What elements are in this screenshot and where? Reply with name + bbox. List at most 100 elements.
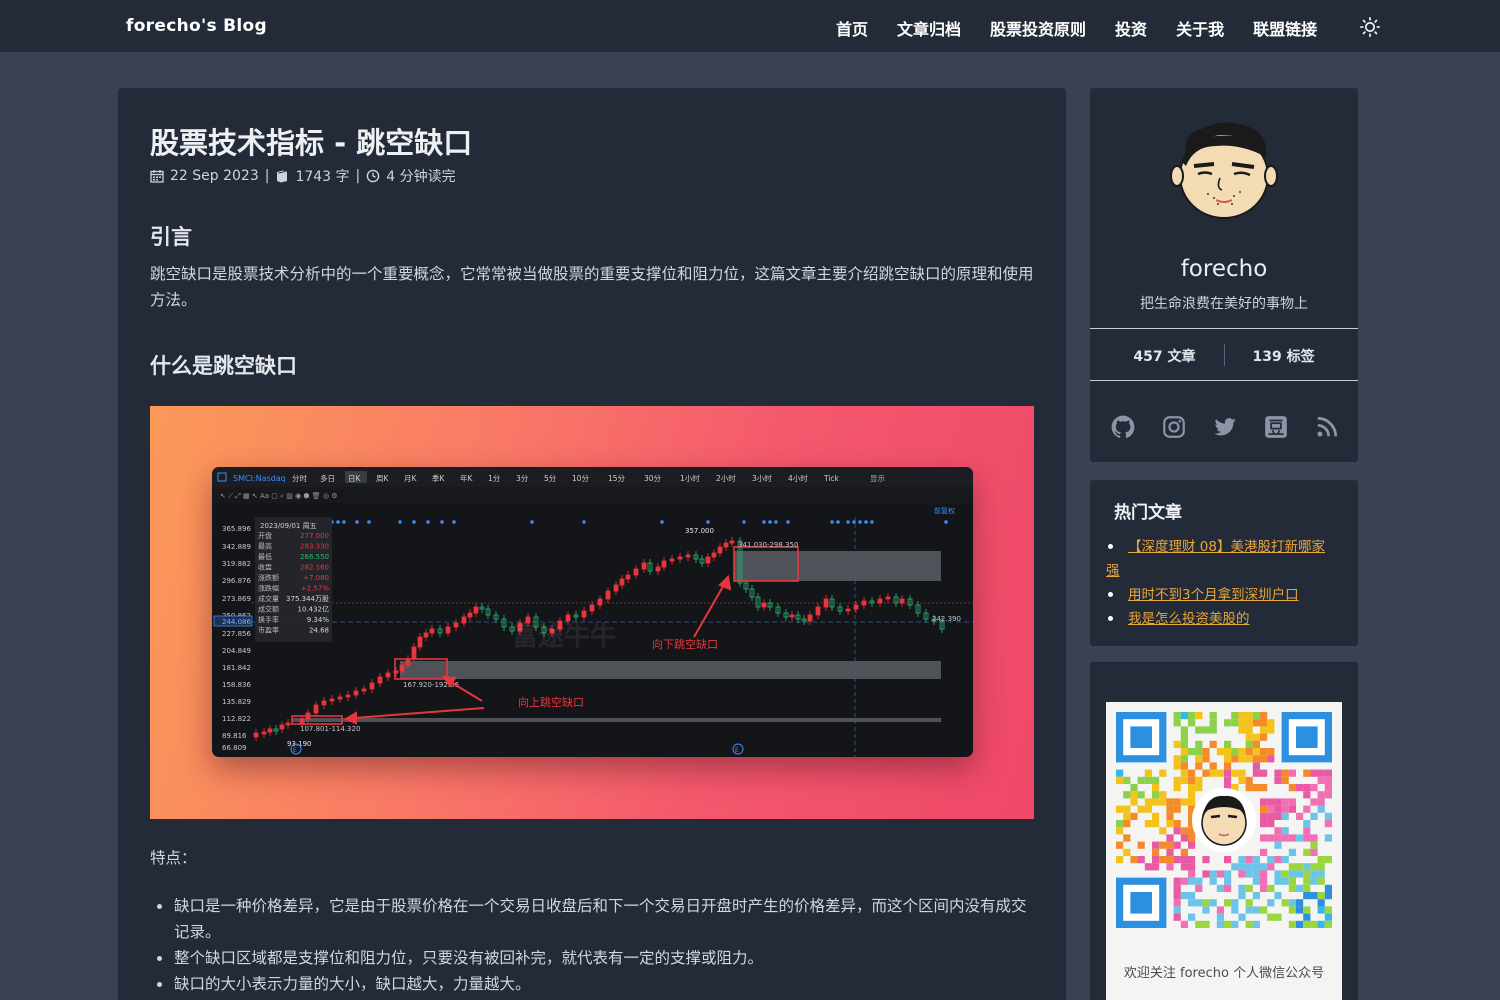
period-tab[interactable]: 2小时 — [716, 473, 736, 483]
hot-post-link[interactable]: 我是怎么投资美股的 — [1128, 611, 1250, 627]
qr-module — [1166, 834, 1174, 842]
period-tab[interactable]: 10分 — [572, 474, 590, 483]
hot-post-link[interactable]: 用时不到3个月拿到深圳户口 — [1128, 587, 1299, 603]
candle-body — [429, 628, 435, 634]
period-tab[interactable]: 日K — [348, 474, 361, 483]
qr-module — [1310, 848, 1318, 856]
nav-invest[interactable]: 投资 — [1115, 16, 1147, 40]
qr-module — [1296, 920, 1304, 928]
qr-module — [1317, 877, 1325, 885]
tags-count[interactable]: 139 标签 — [1225, 346, 1343, 366]
qr-module — [1173, 827, 1181, 835]
qr-module — [1274, 892, 1282, 900]
twitter-icon[interactable] — [1212, 414, 1238, 440]
period-tab[interactable]: Tick — [823, 474, 840, 483]
qr-module — [1166, 863, 1174, 871]
qr-module — [1216, 870, 1224, 878]
period-tab[interactable]: 3分 — [516, 474, 529, 483]
hot-posts-card: 热门文章 【深度理财 08】美港股打新哪家强 用时不到3个月拿到深圳户口 我是怎… — [1090, 480, 1358, 646]
info-value: 277.000 — [300, 532, 329, 540]
nav-links[interactable]: 联盟链接 — [1253, 16, 1317, 40]
qr-module — [1188, 776, 1196, 784]
period-tab[interactable]: 4小时 — [788, 473, 808, 483]
qr-module — [1317, 870, 1325, 878]
period-tab[interactable]: 15分 — [608, 474, 626, 483]
qr-module — [1238, 755, 1246, 763]
qr-module — [1288, 769, 1296, 777]
posts-count[interactable]: 457 文章 — [1105, 346, 1223, 366]
period-tab[interactable]: 月K — [404, 474, 417, 483]
qr-module — [1274, 798, 1282, 806]
qr-module — [1180, 877, 1188, 885]
qr-module — [1245, 856, 1253, 864]
period-tab[interactable]: 3小时 — [752, 473, 772, 483]
nav-about[interactable]: 关于我 — [1176, 16, 1224, 40]
qr-module — [1324, 906, 1332, 914]
list-item: 我是怎么投资美股的 — [1106, 607, 1338, 631]
qr-module — [1245, 899, 1253, 907]
period-tab[interactable]: 季K — [432, 473, 445, 483]
period-tab[interactable]: 5分 — [544, 474, 557, 483]
candle-body — [641, 562, 647, 570]
qr-module — [1209, 877, 1217, 885]
qr-module — [1274, 827, 1282, 835]
qr-module — [1260, 877, 1268, 885]
site-brand[interactable]: forecho's Blog — [126, 16, 267, 36]
qr-module — [1188, 712, 1196, 720]
event-dot — [852, 520, 856, 524]
period-tab[interactable]: 年K — [460, 473, 473, 483]
qr-module — [1260, 863, 1268, 871]
period-tab[interactable]: 1小时 — [680, 473, 700, 483]
period-tab[interactable]: 1分 — [488, 474, 501, 483]
qr-module — [1188, 877, 1196, 885]
period-tab[interactable]: 分时 — [292, 473, 307, 483]
section-intro-title: 引言 — [150, 225, 192, 249]
candle-body — [399, 664, 405, 672]
period-tab[interactable]: 周K — [376, 474, 389, 483]
qr-module — [1159, 798, 1167, 806]
candle-body — [589, 604, 595, 612]
rss-icon[interactable] — [1314, 414, 1340, 440]
period-tab[interactable]: 30分 — [644, 474, 662, 483]
nav-archive[interactable]: 文章归档 — [897, 16, 961, 40]
profile-motto: 把生命浪费在美好的事物上 — [1140, 296, 1308, 312]
qr-module — [1224, 762, 1232, 770]
qr-module — [1260, 812, 1268, 820]
qr-module — [1317, 776, 1325, 784]
qr-module — [1195, 884, 1203, 892]
qr-module — [1123, 791, 1131, 799]
sun-icon[interactable] — [1360, 17, 1380, 37]
qr-module — [1238, 870, 1246, 878]
qr-module — [1209, 899, 1217, 907]
qr-module — [1173, 755, 1181, 763]
qr-module — [1195, 755, 1203, 763]
price-tick: 135.829 — [222, 698, 251, 706]
avatar[interactable] — [1168, 114, 1280, 226]
event-dot — [367, 520, 371, 524]
qr-module — [1202, 755, 1210, 763]
qr-module — [1231, 863, 1239, 871]
qr-module — [1260, 769, 1268, 777]
qr-module — [1267, 812, 1275, 820]
qr-module — [1317, 863, 1325, 871]
period-tab[interactable]: 多日 — [320, 473, 335, 483]
candle-body — [445, 626, 451, 634]
qr-module — [1173, 856, 1181, 864]
qr-module — [1245, 712, 1253, 720]
nav-home[interactable]: 首页 — [836, 16, 868, 40]
article-title: 股票技术指标 - 跳空缺口 — [150, 126, 473, 160]
qr-module — [1166, 805, 1174, 813]
meta-separator: | — [264, 168, 270, 184]
qr-module — [1296, 870, 1304, 878]
event-dot — [342, 520, 346, 524]
info-value: 282.160 — [300, 564, 329, 572]
instagram-icon[interactable] — [1161, 414, 1187, 440]
event-dot — [706, 520, 710, 524]
douban-icon[interactable] — [1263, 414, 1289, 440]
qr-module — [1303, 877, 1311, 885]
qr-module — [1195, 899, 1203, 907]
github-icon[interactable] — [1110, 414, 1136, 440]
wechat-qr-code: 欢迎关注 forecho 个人微信公众号 — [1106, 702, 1342, 1000]
nav-principles[interactable]: 股票投资原则 — [990, 16, 1086, 40]
hot-post-link[interactable]: 【深度理财 08】美港股打新哪家强 — [1106, 539, 1325, 579]
